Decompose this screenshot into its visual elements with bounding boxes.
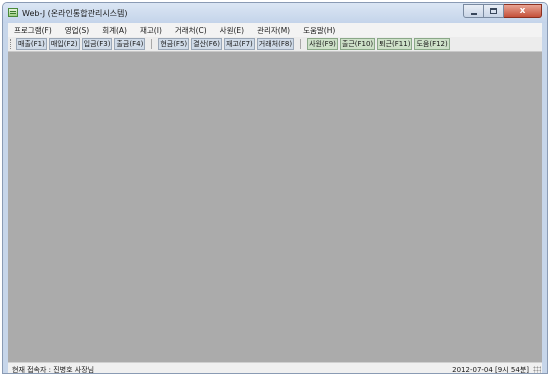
toolbar-grip[interactable] xyxy=(10,39,13,49)
app-icon xyxy=(8,8,18,17)
menu-program[interactable]: 프로그램(F) xyxy=(14,25,52,36)
window-controls: x xyxy=(463,4,542,18)
toolbar-clock-out-button[interactable]: 퇴근(F11) xyxy=(377,38,413,50)
minimize-button[interactable] xyxy=(463,4,484,18)
toolbar: 매출(F1) 매입(F2) 입금(F3) 출금(F4) 현금(F5) 결산(F6… xyxy=(8,37,542,52)
menu-clients[interactable]: 거래처(C) xyxy=(175,25,207,36)
menu-accounting[interactable]: 회계(A) xyxy=(102,25,127,36)
toolbar-clock-in-button[interactable]: 출근(F10) xyxy=(339,38,376,50)
toolbar-purchase-button[interactable]: 매입(F2) xyxy=(48,38,80,50)
window-title: Web-J (온라인통합관리시스템) xyxy=(22,9,128,18)
menu-inventory[interactable]: 재고(I) xyxy=(140,25,162,36)
close-button[interactable]: x xyxy=(504,4,542,18)
toolbar-employee-button[interactable]: 사원(F9) xyxy=(307,38,338,50)
menu-help[interactable]: 도움말(H) xyxy=(303,25,335,36)
menu-employees[interactable]: 사원(E) xyxy=(220,25,244,36)
menu-admin[interactable]: 관리자(M) xyxy=(257,25,290,36)
menu-bar: 프로그램(F) 영업(S) 회계(A) 재고(I) 거래처(C) 사원(E) 관… xyxy=(8,23,542,37)
title-bar[interactable]: Web-J (온라인통합관리시스템) x xyxy=(3,3,547,23)
menu-sales[interactable]: 영업(S) xyxy=(65,25,89,36)
maximize-button[interactable] xyxy=(484,4,504,18)
toolbar-help-button[interactable]: 도움(F12) xyxy=(414,38,450,50)
toolbar-sales-button[interactable]: 매출(F1) xyxy=(16,38,47,50)
toolbar-withdraw-button[interactable]: 출금(F4) xyxy=(114,38,146,50)
toolbar-inventory-button[interactable]: 재고(F7) xyxy=(223,38,255,50)
resize-grip[interactable] xyxy=(533,366,541,373)
status-datetime: 2012-07-04 [9시 54분] xyxy=(452,366,529,374)
maximize-icon xyxy=(490,8,497,14)
toolbar-clients-button[interactable]: 거래처(F8) xyxy=(256,38,295,50)
toolbar-cash-button[interactable]: 현금(F5) xyxy=(158,38,190,50)
workspace-area xyxy=(8,52,542,362)
minimize-icon xyxy=(471,13,477,15)
toolbar-settlement-button[interactable]: 결산(F6) xyxy=(191,38,222,50)
toolbar-separator xyxy=(300,39,302,49)
close-icon: x xyxy=(519,6,526,16)
app-window: Web-J (온라인통합관리시스템) x 프로그램(F) 영업(S) 회계(A)… xyxy=(2,2,548,374)
toolbar-separator xyxy=(151,39,153,49)
status-bar: 현재 접속자 : 진병호 사장님 2012-07-04 [9시 54분] xyxy=(8,362,542,374)
toolbar-deposit-button[interactable]: 입금(F3) xyxy=(81,38,113,50)
status-current-user: 현재 접속자 : 진병호 사장님 xyxy=(12,366,95,374)
